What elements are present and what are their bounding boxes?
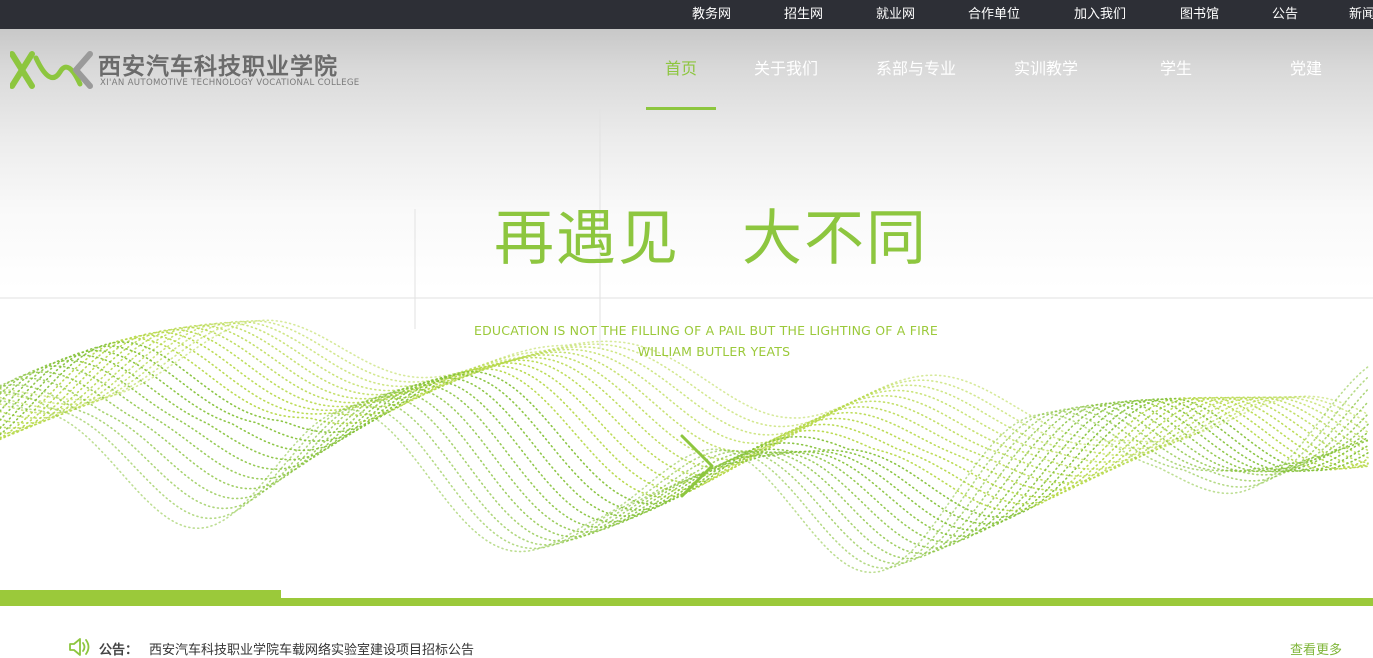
hero-slogan: 再遇见 大不同 bbox=[494, 204, 928, 274]
top-link-news[interactable]: 新闻 bbox=[1349, 0, 1373, 29]
slide-progress-track bbox=[0, 598, 1373, 606]
top-link-jiaowu[interactable]: 教务网 bbox=[692, 0, 731, 29]
nav-departments[interactable]: 系部与专业 bbox=[876, 58, 956, 80]
nav-party[interactable]: 党建 bbox=[1290, 58, 1322, 80]
particle-wave-graphic bbox=[0, 109, 1373, 574]
announcement-label: 公告： bbox=[99, 643, 139, 658]
hero-quote: EDUCATION IS NOT THE FILLING OF A PAIL B… bbox=[473, 323, 939, 338]
top-link-hezuo[interactable]: 合作单位 bbox=[968, 0, 1020, 29]
hero-quote-author: WILLIAM BUTLER YEATS bbox=[637, 344, 791, 359]
nav-students[interactable]: 学生 bbox=[1160, 58, 1192, 80]
announcement-link[interactable]: 西安汽车科技职业学院车载网络实验室建设项目招标公告 bbox=[149, 639, 474, 658]
slide-progress-fill bbox=[0, 590, 282, 598]
nav-about[interactable]: 关于我们 bbox=[754, 58, 818, 80]
logo-mark-icon bbox=[10, 51, 93, 89]
top-link-zhaosheng[interactable]: 招生网 bbox=[784, 0, 823, 29]
nav-training[interactable]: 实训教学 bbox=[1014, 58, 1078, 80]
nav-active-indicator bbox=[646, 107, 716, 110]
college-name-cn: 西安汽车科技职业学院 bbox=[98, 54, 338, 80]
hero-banner bbox=[0, 29, 1373, 590]
top-link-jiuye[interactable]: 就业网 bbox=[876, 0, 915, 29]
chevron-right-icon[interactable] bbox=[672, 432, 720, 502]
announcement-bar: 公告： 西安汽车科技职业学院车载网络实验室建设项目招标公告 查看更多 bbox=[0, 630, 1373, 658]
top-link-library[interactable]: 图书馆 bbox=[1180, 0, 1219, 29]
nav-home[interactable]: 首页 bbox=[665, 58, 697, 80]
view-more-link[interactable]: 查看更多 bbox=[1290, 639, 1342, 658]
top-link-announcement[interactable]: 公告 bbox=[1272, 0, 1298, 29]
speaker-icon bbox=[69, 638, 90, 656]
top-utility-bar: 教务网 招生网 就业网 合作单位 加入我们 图书馆 公告 新闻 bbox=[0, 0, 1373, 29]
top-link-join-us[interactable]: 加入我们 bbox=[1074, 0, 1126, 29]
college-logo[interactable]: 西安汽车科技职业学院 XI'AN AUTOMOTIVE TECHNOLOGY V… bbox=[10, 48, 370, 92]
college-name-en: XI'AN AUTOMOTIVE TECHNOLOGY VOCATIONAL C… bbox=[100, 78, 360, 88]
